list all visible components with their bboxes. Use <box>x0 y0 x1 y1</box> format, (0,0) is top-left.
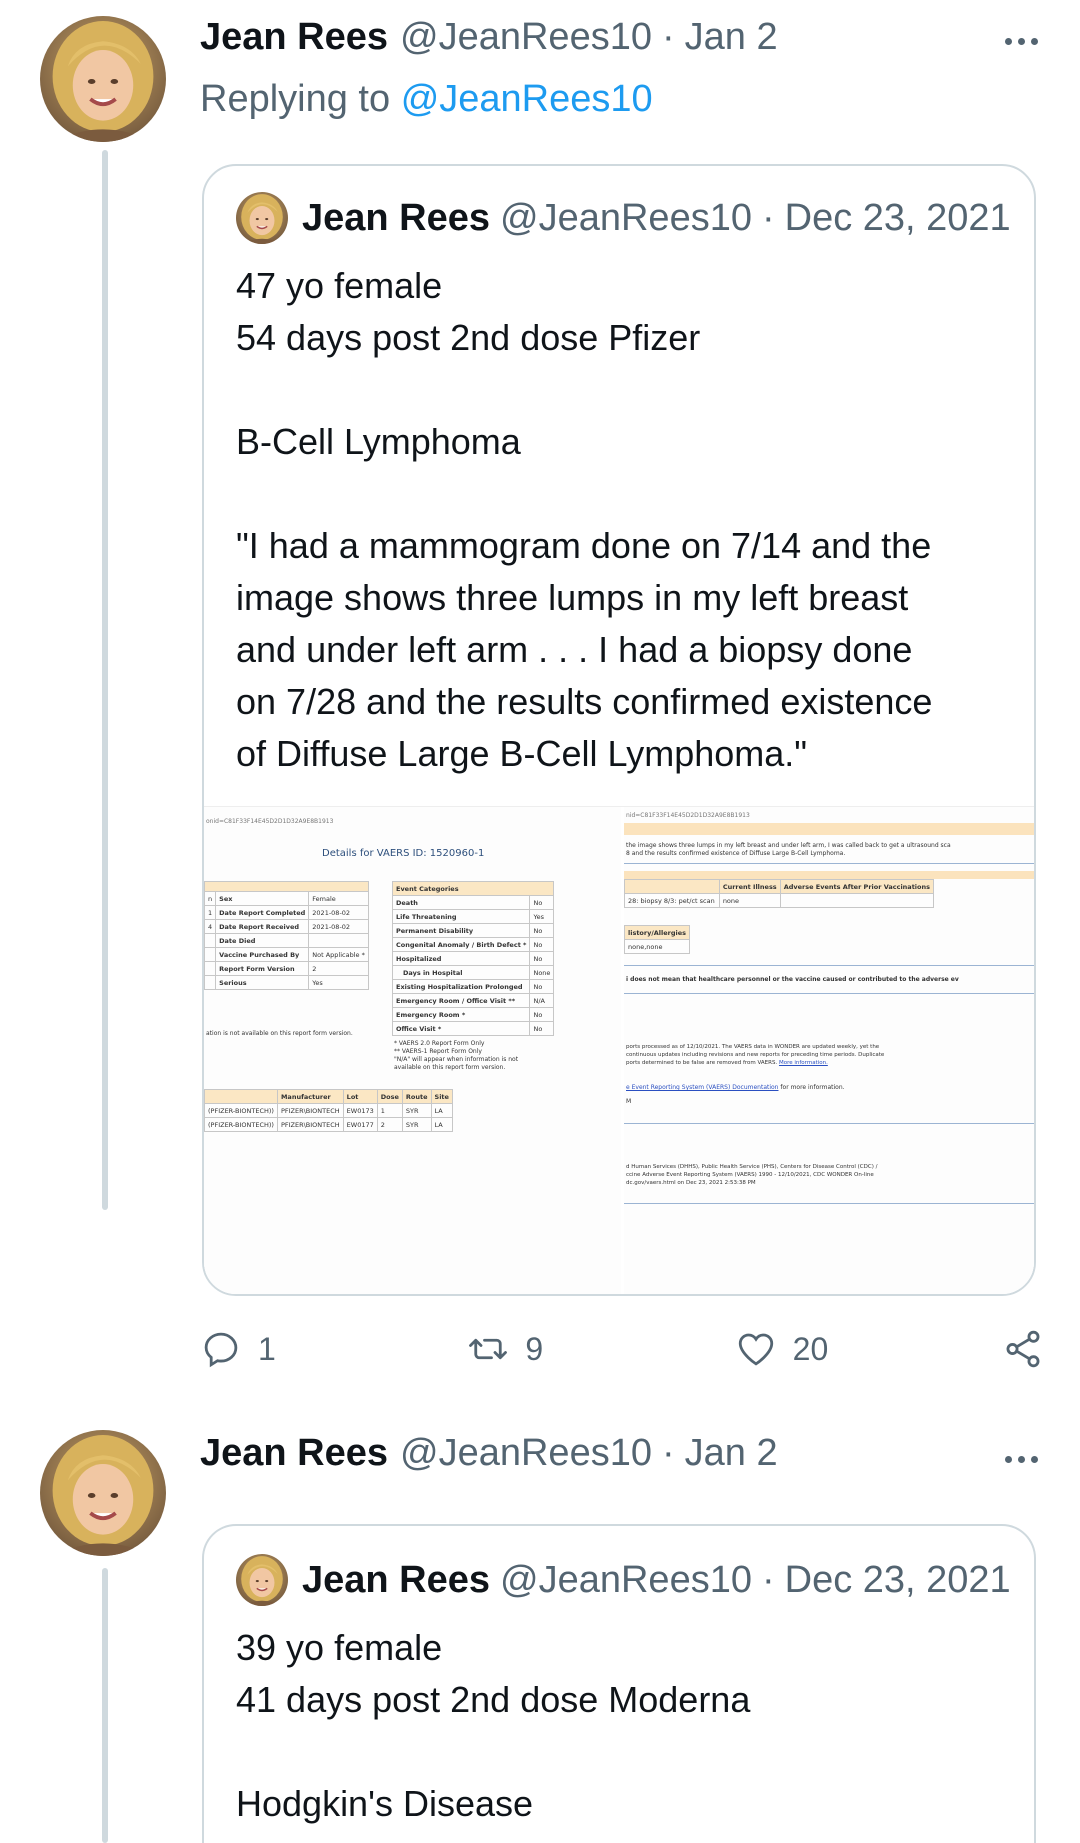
tweet-date[interactable]: Jan 2 <box>685 16 778 59</box>
more-information-link[interactable]: More information. <box>779 1060 828 1066</box>
replying-mention[interactable]: @JeanRees10 <box>401 78 653 120</box>
image-url: onid=C81F33F14E45D2D1D32A9E8B1913 <box>206 818 334 825</box>
more-icon[interactable] <box>1005 1456 1038 1463</box>
retweet-count: 9 <box>525 1330 544 1367</box>
more-icon[interactable] <box>1005 38 1038 45</box>
media-image-left[interactable]: onid=C81F33F14E45D2D1D32A9E8B1913 Detail… <box>204 807 621 1294</box>
replying-prefix: Replying to <box>200 78 391 120</box>
quote-line: 47 yo female <box>236 265 443 306</box>
documentation-text: e Event Reporting System (VAERS) Documen… <box>626 1084 845 1091</box>
quote-line: on 7/28 and the results confirmed existe… <box>236 681 933 722</box>
vaccine-table: Manufacturer Lot Dose Route Site (PFIZER… <box>204 1089 453 1132</box>
tweet-header: Jean Rees @JeanRees10 · Jan 2 <box>200 16 778 59</box>
divider <box>624 993 1034 994</box>
processed-text: ports determined to be false are removed… <box>626 1060 828 1066</box>
event-categories-table: Event Categories Death No Life Threatenin… <box>391 881 555 1036</box>
action-bar: 1 9 20 <box>200 1328 1044 1370</box>
divider <box>624 863 1034 864</box>
quote-header: Jean Rees @JeanRees10 · Dec 23, 2021 <box>236 192 1011 244</box>
share-button[interactable] <box>1002 1328 1044 1370</box>
retweet-icon <box>469 1338 508 1360</box>
quote-line: of Diffuse Large B-Cell Lymphoma." <box>236 733 808 774</box>
quote-author-name: Jean Rees <box>302 1558 491 1601</box>
quote-media[interactable]: onid=C81F33F14E45D2D1D32A9E8B1913 Detail… <box>204 806 1034 1294</box>
tweet-header: Jean Rees @JeanRees10 · Jan 2 <box>200 1432 778 1475</box>
separator: · <box>761 1558 775 1601</box>
quoted-tweet[interactable]: Jean Rees @JeanRees10 · Dec 23, 2021 47 … <box>202 164 1036 1296</box>
quote-text: 39 yo female 41 days post 2nd dose Moder… <box>236 1622 1016 1830</box>
share-icon <box>1006 1330 1040 1368</box>
quote-text: 47 yo female 54 days post 2nd dose Pfize… <box>236 260 1016 780</box>
like-icon <box>738 1333 773 1366</box>
quote-date: Dec 23, 2021 <box>784 196 1011 239</box>
quote-header: Jean Rees @JeanRees10 · Dec 23, 2021 <box>236 1554 1011 1606</box>
separator: · <box>661 1432 675 1474</box>
quote-line: Hodgkin's Disease <box>236 1783 534 1824</box>
quote-author-handle: @JeanRees10 <box>500 1558 752 1601</box>
quote-author-name: Jean Rees <box>302 196 491 239</box>
like-count: 20 <box>792 1330 829 1367</box>
quote-date: Dec 23, 2021 <box>784 1558 1011 1601</box>
avatar[interactable] <box>40 1430 166 1556</box>
documentation-link[interactable]: e Event Reporting System (VAERS) Documen… <box>626 1084 779 1091</box>
replying-to: Replying to @JeanRees10 <box>200 78 653 121</box>
symptom-text: 8 and the results confirmed existence of… <box>626 850 846 857</box>
author-handle[interactable]: @JeanRees10 <box>400 16 652 59</box>
author-name[interactable]: Jean Rees <box>200 16 388 59</box>
section-bar <box>624 823 1034 835</box>
separator: · <box>761 196 775 239</box>
thread-line <box>102 150 108 1210</box>
quote-avatar <box>236 1554 288 1606</box>
thread-line <box>102 1568 108 1843</box>
quote-line: "I had a mammogram done on 7/14 and the <box>236 525 932 566</box>
time-text: M <box>626 1098 632 1105</box>
author-name[interactable]: Jean Rees <box>200 1432 388 1475</box>
like-button[interactable]: 20 <box>735 1328 949 1370</box>
separator: · <box>661 16 675 58</box>
quote-line: B-Cell Lymphoma <box>236 421 521 462</box>
quote-avatar <box>236 192 288 244</box>
disclaimer-text: i does not mean that healthcare personne… <box>626 976 959 983</box>
note: available on this report form version. <box>394 1064 506 1071</box>
quote-line: and under left arm . . . I had a biopsy … <box>236 629 913 670</box>
not-available-note: ation is not available on this report fo… <box>206 1030 353 1037</box>
quote-line <box>236 468 1016 520</box>
divider <box>624 1203 1034 1204</box>
quote-line: 41 days post 2nd dose Moderna <box>236 1679 751 1720</box>
quoted-tweet[interactable]: Jean Rees @JeanRees10 · Dec 23, 2021 39 … <box>202 1524 1036 1843</box>
quote-line <box>236 1726 1016 1778</box>
divider <box>624 965 1034 966</box>
reply-icon <box>204 1332 238 1368</box>
retweet-button[interactable]: 9 <box>467 1328 681 1370</box>
tweet-date[interactable]: Jan 2 <box>685 1432 778 1475</box>
demographics-table: n Sex Female 1 Date Report Completed 2021-08… <box>204 881 369 990</box>
reply-button[interactable]: 1 <box>200 1328 414 1370</box>
avatar[interactable] <box>40 16 166 142</box>
media-image-right[interactable]: nid=C81F33F14E45D2D1D32A9E8B1913 the ima… <box>621 807 1034 1294</box>
quote-line <box>236 364 1016 416</box>
author-handle[interactable]: @JeanRees10 <box>400 1432 652 1475</box>
image-url: nid=C81F33F14E45D2D1D32A9E8B1913 <box>626 812 750 819</box>
image-heading: Details for VAERS ID: 1520960-1 <box>322 848 485 859</box>
quote-author-handle: @JeanRees10 <box>500 196 752 239</box>
quote-line: 39 yo female <box>236 1627 443 1668</box>
reply-count: 1 <box>258 1330 276 1367</box>
lab-table: Current Illness Adverse Events After Prio… <box>624 879 935 908</box>
quote-line: image shows three lumps in my left breas… <box>236 577 909 618</box>
section-bar <box>624 871 1034 879</box>
divider <box>624 1123 1034 1124</box>
quote-line: 54 days post 2nd dose Pfizer <box>236 317 701 358</box>
history-table: listory/Allergies none,none <box>624 925 690 954</box>
citation-text: dc.gov/vaers.html on Dec 23, 2021 2:53:3… <box>626 1180 756 1186</box>
